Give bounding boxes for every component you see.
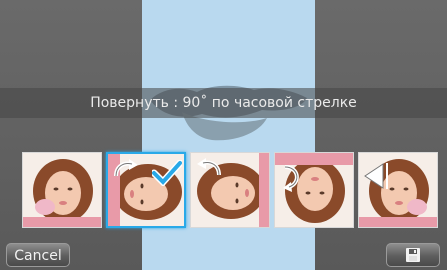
rotate-left-icon	[197, 158, 221, 176]
thumb-original[interactable]	[22, 152, 102, 228]
rotate-180-icon	[283, 165, 299, 192]
rotation-caption: Повернуть : 90˚ по часовой стрелке	[90, 95, 357, 111]
background-right	[315, 0, 447, 270]
preview-silhouette	[150, 85, 307, 141]
rotate-right-icon	[114, 159, 138, 177]
thumb-flip-horizontal[interactable]	[358, 152, 438, 228]
thumb-rotate-right[interactable]	[106, 152, 186, 228]
thumb-rotate-left[interactable]	[190, 152, 270, 228]
thumbnail-strip	[22, 152, 438, 228]
checkmark-icon	[152, 160, 182, 186]
photo-image	[23, 153, 101, 227]
background-left	[0, 0, 142, 270]
thumb-rotate-180[interactable]	[274, 152, 354, 228]
image-preview	[142, 0, 315, 270]
save-button[interactable]	[386, 243, 440, 267]
cancel-button[interactable]: Cancel	[6, 243, 70, 267]
flip-horizontal-icon	[364, 163, 388, 189]
save-icon	[406, 248, 420, 262]
